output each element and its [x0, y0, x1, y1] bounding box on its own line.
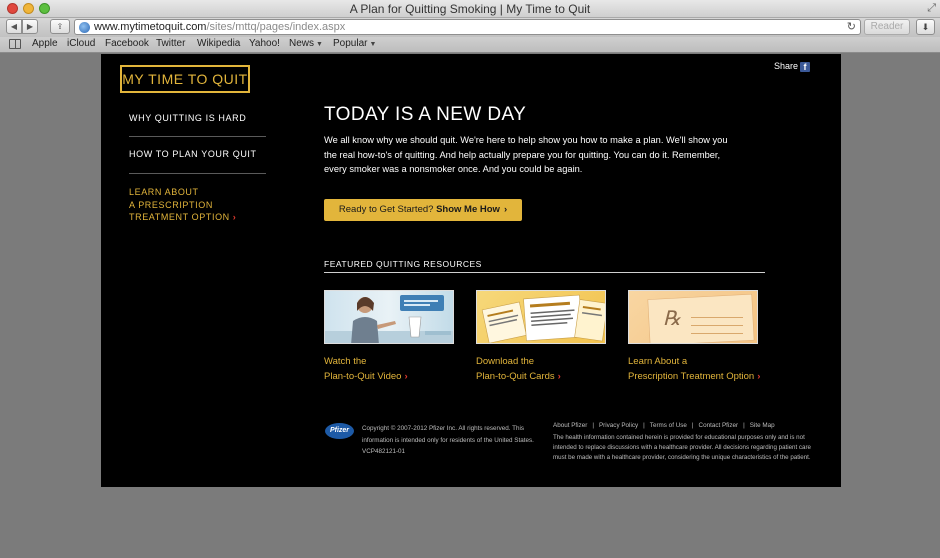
chevron-right-icon: ›: [404, 370, 408, 382]
resource-cards-link[interactable]: Download the Plan-to-Quit Cards ›: [476, 355, 561, 384]
pfizer-logo[interactable]: Pfizer: [325, 423, 354, 439]
nav-item3-line3: TREATMENT OPTION: [129, 212, 230, 222]
fullscreen-icon[interactable]: ⤢: [927, 2, 936, 15]
footer-link-about-pfizer[interactable]: About Pfizer: [553, 422, 587, 429]
share-link[interactable]: Share f: [774, 61, 810, 72]
footer-link-site-map[interactable]: Site Map: [750, 422, 775, 429]
web-page: MY TIME TO QUIT Share f WHY QUITTING IS H…: [101, 54, 841, 487]
bookmark-popular-menu[interactable]: Popular ▼: [333, 38, 376, 49]
copyright-text: Copyright © 2007-2012 Pfizer Inc. All ri…: [362, 425, 534, 455]
bookmark-facebook[interactable]: Facebook: [105, 38, 149, 49]
resource-cards-line1: Download the: [476, 356, 535, 367]
footer-link-contact-pfizer[interactable]: Contact Pfizer: [699, 422, 739, 429]
browser-toolbar: ◀ ▶ ⇪ www.mytimetoquit.com/sites/mttq/pa…: [0, 18, 940, 37]
address-bar[interactable]: www.mytimetoquit.com/sites/mttq/pages/in…: [74, 19, 861, 35]
window-title: A Plan for Quitting Smoking | My Time to…: [349, 2, 591, 16]
bookmark-news-menu[interactable]: News ▼: [289, 38, 323, 49]
resource-video-line2: Plan-to-Quit Video: [324, 370, 402, 382]
downloads-icon[interactable]: ⬇: [916, 19, 935, 35]
nav-how-to-plan-your-quit[interactable]: HOW TO PLAN YOUR QUIT: [129, 148, 257, 159]
chevron-right-icon: ›: [757, 370, 761, 382]
nav-why-quitting-is-hard[interactable]: WHY QUITTING IS HARD: [129, 112, 246, 123]
chevron-right-icon: ›: [232, 212, 237, 222]
nav-item3-line2: A PRESCRIPTION: [129, 199, 213, 210]
footer-separator: |: [691, 422, 694, 429]
nav-divider: [129, 136, 266, 137]
resource-prescription-line1: Learn About a: [628, 356, 688, 367]
disclaimer-text: The health information contained herein …: [553, 434, 811, 461]
footer-link-privacy-policy[interactable]: Privacy Policy: [599, 422, 638, 429]
site-logo[interactable]: MY TIME TO QUIT: [120, 65, 250, 93]
footer-link-terms-of-use[interactable]: Terms of Use: [650, 422, 687, 429]
bookmark-wikipedia[interactable]: Wikipedia: [197, 38, 240, 49]
footer-links: About Pfizer | Privacy Policy | Terms of Use…: [553, 422, 775, 429]
url-host: www.mytimetoquit.com: [94, 21, 207, 33]
share-label: Share: [773, 61, 798, 71]
svg-text:℞: ℞: [663, 306, 682, 330]
bookmark-icloud[interactable]: iCloud: [67, 38, 95, 49]
back-button[interactable]: ◀: [6, 19, 22, 34]
chevron-down-icon: ▼: [369, 41, 377, 48]
prescription-thumbnail[interactable]: ℞: [628, 290, 758, 344]
show-me-how-button[interactable]: Ready to Get Started? Show Me How ›: [324, 199, 522, 221]
cta-prefix: Ready to Get Started?: [338, 204, 434, 215]
forward-button[interactable]: ▶: [22, 19, 38, 34]
cards-illustration: [481, 294, 605, 343]
intro-paragraph: We all know why we should quit. We're he…: [324, 135, 728, 174]
reading-list-icon[interactable]: [9, 39, 21, 49]
page-headline: TODAY IS A NEW DAY: [324, 104, 527, 125]
footer-separator: |: [743, 422, 745, 429]
resource-video-line1: Watch the: [324, 356, 367, 367]
woman-presenting-illustration: [325, 295, 453, 343]
resource-video-line2-wrap: Plan-to-Quit Video ›: [324, 370, 408, 385]
resource-prescription-line2: Prescription Treatment Option: [628, 370, 755, 382]
cards-thumbnail[interactable]: [476, 290, 606, 344]
nav-prescription-treatment-option[interactable]: LEARN ABOUT A PRESCRIPTION TREATMENT OPT…: [129, 185, 236, 224]
resource-video-link[interactable]: Watch the Plan-to-Quit Video ›: [324, 355, 408, 384]
nav-item3-line1: LEARN ABOUT: [129, 187, 199, 197]
cta-bold: Show Me How: [436, 204, 500, 215]
bookmark-apple[interactable]: Apple: [32, 38, 58, 49]
chevron-right-icon: ›: [503, 204, 508, 215]
chevron-right-icon: ›: [557, 370, 561, 382]
video-thumbnail[interactable]: [324, 290, 454, 344]
nav-divider: [129, 173, 266, 174]
bookmark-news-label: News: [289, 38, 315, 49]
reader-button[interactable]: Reader: [864, 19, 910, 35]
reload-icon[interactable]: ↻: [847, 20, 856, 33]
resource-cards-line2-wrap: Plan-to-Quit Cards ›: [476, 370, 561, 385]
globe-icon: [79, 22, 90, 33]
bookmark-twitter[interactable]: Twitter: [156, 38, 185, 49]
bookmarks-bar: Apple iCloud Facebook Twitter Wikipedia …: [0, 37, 940, 53]
facebook-icon: f: [800, 62, 810, 72]
bookmark-yahoo[interactable]: Yahoo!: [249, 38, 280, 49]
footer-separator: |: [643, 422, 645, 429]
resource-prescription-link[interactable]: Learn About a Prescription Treatment Opt…: [628, 355, 760, 384]
nav-item3-line3-wrap: TREATMENT OPTION ›: [129, 211, 236, 224]
resource-cards-line2: Plan-to-Quit Cards: [476, 370, 555, 382]
bookmark-popular-label: Popular: [333, 38, 368, 49]
window-titlebar: A Plan for Quitting Smoking | My Time to…: [0, 0, 940, 18]
featured-divider: [324, 272, 765, 273]
featured-resources-heading: FEATURED QUITTING RESOURCES: [324, 259, 482, 269]
footer-separator: |: [592, 422, 594, 429]
chevron-down-icon: ▼: [316, 41, 323, 48]
share-page-button[interactable]: ⇪: [50, 19, 70, 34]
url-path: /sites/mttq/pages/index.aspx: [206, 21, 346, 33]
prescription-pad-illustration: ℞: [647, 293, 755, 343]
url-text[interactable]: www.mytimetoquit.com/sites/mttq/pages/in…: [94, 21, 345, 33]
resource-prescription-line2-wrap: Prescription Treatment Option ›: [628, 370, 760, 385]
